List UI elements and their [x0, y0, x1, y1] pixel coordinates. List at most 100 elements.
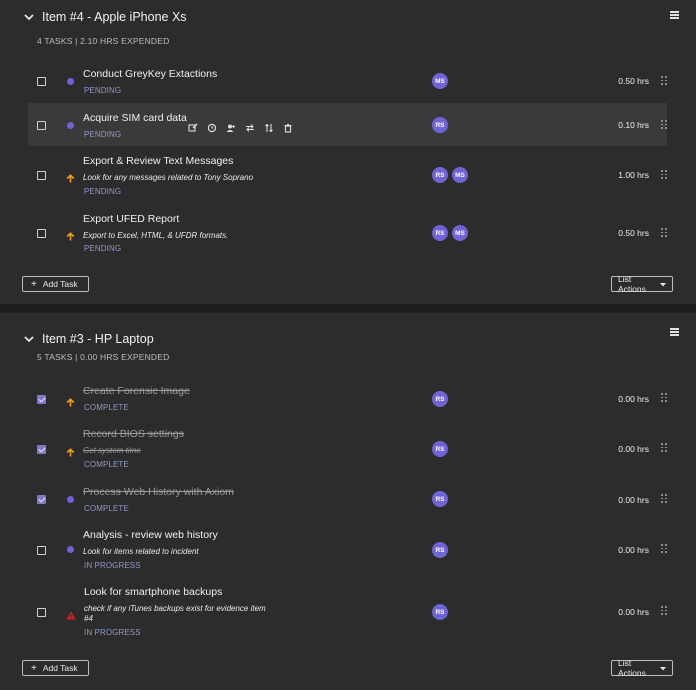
- drag-handle-icon[interactable]: [661, 120, 667, 129]
- task-description: Get system time: [83, 446, 141, 455]
- task-checkbox[interactable]: [37, 77, 46, 86]
- avatar[interactable]: MS: [432, 73, 448, 89]
- edit-icon[interactable]: [188, 120, 198, 132]
- normal-priority-dot-icon: [67, 78, 74, 85]
- task-name[interactable]: Export UFED Report: [83, 213, 179, 225]
- task-row[interactable]: Export UFED Report Export to Excel, HTML…: [28, 204, 667, 260]
- list-header[interactable]: Item #3 - HP Laptop: [22, 332, 154, 346]
- task-status: PENDING: [84, 130, 122, 139]
- task-checkbox[interactable]: [37, 171, 46, 180]
- task-description: check if any iTunes backups exist for ev…: [84, 604, 266, 613]
- move-icon[interactable]: [245, 120, 255, 132]
- task-checkbox[interactable]: [37, 121, 46, 130]
- arrow-up-icon: [66, 394, 75, 407]
- drag-handle-icon[interactable]: [661, 170, 667, 179]
- assignees: RS: [432, 441, 452, 457]
- avatar[interactable]: MS: [452, 167, 468, 183]
- task-row[interactable]: Export & Review Text Messages Look for a…: [28, 147, 667, 202]
- task-list-panel: Item #4 - Apple iPhone Xs 4 TASKS | 2.10…: [4, 0, 692, 304]
- trash-icon[interactable]: [283, 120, 293, 133]
- drag-handle-icon[interactable]: [661, 443, 667, 452]
- task-name[interactable]: Export & Review Text Messages: [83, 155, 233, 167]
- sort-icon[interactable]: [264, 120, 274, 133]
- task-list-panel: Item #3 - HP Laptop 5 TASKS | 0.00 HRS E…: [4, 313, 692, 690]
- task-action-toolbar: [188, 120, 293, 133]
- task-status: PENDING: [84, 187, 122, 196]
- task-hours: 1.00 hrs: [618, 170, 649, 180]
- drag-handle-icon[interactable]: [661, 228, 667, 237]
- task-row[interactable]: Look for smartphone backups check if any…: [28, 578, 667, 644]
- avatar[interactable]: RS: [432, 225, 448, 241]
- drag-handle-icon[interactable]: [661, 606, 667, 615]
- task-name[interactable]: Create Forensic Image: [83, 385, 190, 397]
- drag-handle-icon[interactable]: [661, 544, 667, 553]
- drag-handle-icon[interactable]: [661, 393, 667, 402]
- task-checkbox[interactable]: [37, 229, 46, 238]
- avatar[interactable]: RS: [432, 441, 448, 457]
- list-header[interactable]: Item #4 - Apple iPhone Xs: [22, 10, 187, 24]
- add-task-label: Add Task: [42, 279, 78, 289]
- list-actions-label: List Actions: [618, 658, 646, 678]
- task-row[interactable]: Conduct GreyKey Extactions PENDING MS 0.…: [28, 60, 667, 102]
- task-name[interactable]: Analysis - review web history: [83, 529, 218, 541]
- task-name[interactable]: Record BIOS settings: [83, 428, 184, 440]
- list-actions-label: List Actions: [618, 274, 646, 294]
- list-actions-button[interactable]: List Actions: [611, 274, 673, 294]
- assignees: MS: [432, 73, 452, 89]
- chevron-down-icon[interactable]: [22, 332, 36, 346]
- task-checkbox[interactable]: [37, 546, 46, 555]
- task-row[interactable]: Create Forensic Image COMPLETE RS 0.00 h…: [28, 377, 667, 419]
- list-title: Item #3 - HP Laptop: [42, 332, 154, 346]
- add-task-button[interactable]: + Add Task: [22, 276, 89, 292]
- add-task-button[interactable]: + Add Task: [22, 660, 89, 676]
- task-hours: 0.00 hrs: [618, 545, 649, 555]
- warning-triangle-icon: [66, 607, 76, 620]
- avatar[interactable]: RS: [432, 542, 448, 558]
- task-hours: 0.00 hrs: [618, 607, 649, 617]
- task-checkbox[interactable]: [37, 608, 46, 617]
- caret-down-icon: [660, 663, 666, 673]
- task-row[interactable]: Process Web History with Axiom COMPLETE …: [28, 478, 667, 520]
- hamburger-menu-icon[interactable]: [670, 328, 679, 336]
- panel-separator: [0, 304, 696, 313]
- drag-handle-icon[interactable]: [661, 76, 667, 85]
- task-description: Look for items related to incident: [83, 547, 199, 556]
- task-hours: 0.50 hrs: [618, 76, 649, 86]
- task-row[interactable]: Analysis - review web history Look for i…: [28, 521, 667, 576]
- assignees: RS MS: [432, 225, 472, 241]
- avatar[interactable]: MS: [452, 225, 468, 241]
- avatar[interactable]: RS: [432, 604, 448, 620]
- list-summary: 4 TASKS | 2.10 HRS EXPENDED: [37, 36, 170, 46]
- task-hours: 0.00 hrs: [618, 394, 649, 404]
- task-name[interactable]: Process Web History with Axiom: [83, 486, 234, 498]
- task-row[interactable]: Acquire SIM card data PENDING RS 0.10 hr…: [28, 103, 667, 146]
- clock-icon[interactable]: [207, 120, 217, 133]
- assign-user-icon[interactable]: [226, 120, 236, 132]
- task-status: IN PROGRESS: [84, 628, 141, 637]
- task-checkbox[interactable]: [37, 395, 46, 404]
- task-checkbox[interactable]: [37, 445, 46, 454]
- assignees: RS: [432, 391, 452, 407]
- assignees: RS: [432, 604, 452, 620]
- task-description: Look for any messages related to Tony So…: [83, 173, 254, 182]
- avatar[interactable]: RS: [432, 491, 448, 507]
- plus-icon: +: [31, 662, 37, 674]
- avatar[interactable]: RS: [432, 167, 448, 183]
- arrow-up-icon: [66, 170, 75, 183]
- list-actions-button[interactable]: List Actions: [611, 658, 673, 678]
- task-checkbox[interactable]: [37, 495, 46, 504]
- avatar[interactable]: RS: [432, 391, 448, 407]
- drag-handle-icon[interactable]: [661, 494, 667, 503]
- normal-priority-dot-icon: [67, 546, 74, 553]
- task-name[interactable]: Acquire SIM card data: [83, 112, 187, 124]
- task-row[interactable]: Record BIOS settings Get system time COM…: [28, 420, 667, 476]
- chevron-down-icon[interactable]: [22, 10, 36, 24]
- task-status: COMPLETE: [84, 504, 129, 513]
- task-status: COMPLETE: [84, 460, 129, 469]
- avatar[interactable]: RS: [432, 117, 448, 133]
- hamburger-menu-icon[interactable]: [670, 11, 679, 19]
- list-summary: 5 TASKS | 0.00 HRS EXPENDED: [37, 352, 170, 362]
- list-title: Item #4 - Apple iPhone Xs: [42, 10, 187, 24]
- task-name[interactable]: Conduct GreyKey Extactions: [83, 68, 217, 80]
- task-name[interactable]: Look for smartphone backups: [84, 586, 222, 598]
